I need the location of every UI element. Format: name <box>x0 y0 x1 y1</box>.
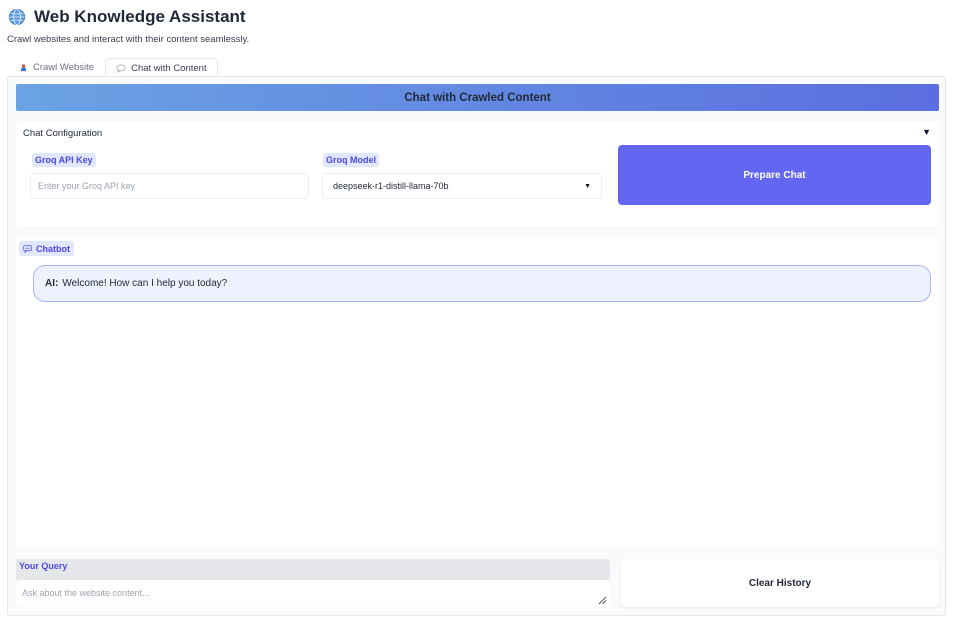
dropdown-caret-icon: ▼ <box>584 182 591 190</box>
speech-bubble-icon <box>116 64 126 73</box>
clear-history-button[interactable]: Clear History <box>621 559 939 607</box>
query-input[interactable] <box>16 580 610 607</box>
config-title[interactable]: Chat Configuration <box>23 128 102 139</box>
globe-icon <box>8 8 26 26</box>
chatbot-label-text: Chatbot <box>36 243 70 254</box>
section-banner: Chat with Crawled Content <box>16 84 939 111</box>
spider-icon <box>20 63 27 71</box>
app-subtitle: Crawl websites and interact with their c… <box>7 34 250 45</box>
app-header: Web Knowledge Assistant <box>8 7 246 27</box>
model-select-value: deepseek-r1-distill-llama-70b <box>333 181 449 191</box>
message-text: Welcome! How can I help you today? <box>62 278 228 289</box>
tab-crawl-website[interactable]: Crawl Website <box>8 57 105 76</box>
app-root: Web Knowledge Assistant Crawl websites a… <box>0 0 955 622</box>
tab-chat-with-content-label: Chat with Content <box>131 62 207 74</box>
model-select[interactable]: deepseek-r1-distill-llama-70b ▼ <box>322 173 602 199</box>
model-label: Groq Model <box>323 153 379 167</box>
chat-panel: Chat with Crawled Content Chat Configura… <box>7 76 946 616</box>
message-speaker: AI: <box>45 278 59 289</box>
chat-message-ai: AI: Welcome! How can I help you today? <box>33 265 931 302</box>
chatbot-label: Chatbot <box>19 241 74 256</box>
app-title: Web Knowledge Assistant <box>34 7 246 26</box>
resize-handle-icon[interactable] <box>598 596 607 605</box>
api-key-input[interactable] <box>30 173 309 199</box>
tab-crawl-website-label: Crawl Website <box>33 61 95 73</box>
chat-configuration: Chat Configuration ▼ Groq API Key Groq M… <box>16 122 939 226</box>
query-label: Your Query <box>19 561 68 571</box>
chatbot-area[interactable]: Chatbot AI: Welcome! How can I help you … <box>16 236 939 548</box>
query-box: Your Query <box>16 559 610 607</box>
tab-chat-with-content[interactable]: Chat with Content <box>105 58 218 77</box>
collapse-toggle-icon[interactable]: ▼ <box>922 127 931 137</box>
chat-icon <box>23 244 32 253</box>
tab-bar: Crawl Website Chat with Content <box>8 57 218 77</box>
api-key-label: Groq API Key <box>32 153 96 167</box>
prepare-chat-button[interactable]: Prepare Chat <box>618 145 931 205</box>
